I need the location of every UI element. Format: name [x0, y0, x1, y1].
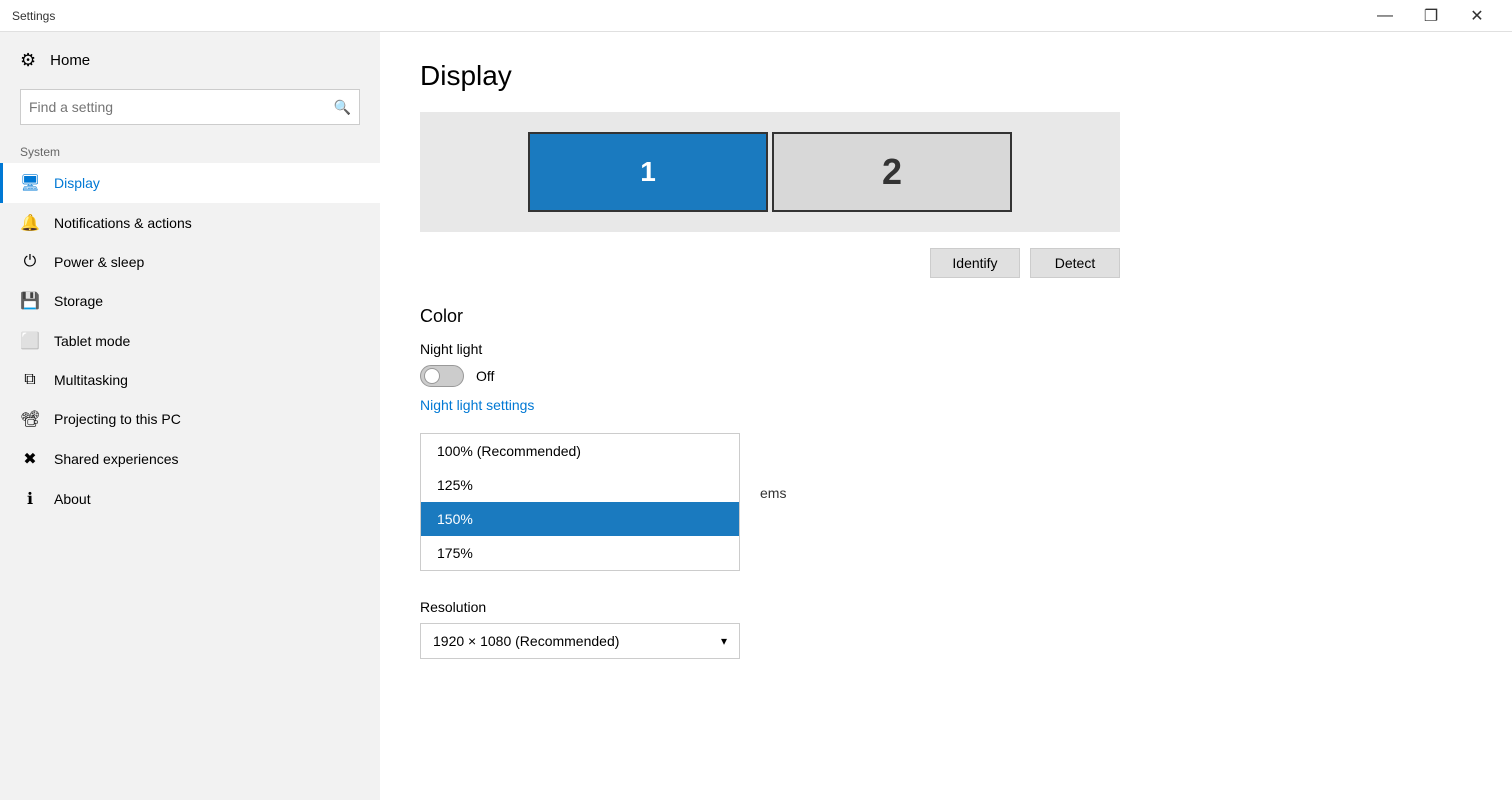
notifications-icon: 🔔: [20, 213, 40, 233]
shared-icon: ✖: [20, 449, 40, 469]
sidebar-item-label-multitasking: Multitasking: [54, 372, 128, 388]
scale-context: ems: [760, 485, 786, 501]
sidebar-items: 🖥 Display 🔔 Notifications & actions ⏻ Po…: [0, 163, 380, 519]
resolution-value: 1920 × 1080 (Recommended): [433, 633, 619, 649]
sidebar-item-label-tablet: Tablet mode: [54, 333, 130, 349]
search-box: 🔍: [20, 89, 360, 125]
sidebar-item-projecting[interactable]: 📽 Projecting to this PC: [0, 399, 380, 439]
app-title: Settings: [12, 9, 55, 23]
night-light-toggle-row: Off: [420, 365, 1472, 387]
home-icon: ⚙: [20, 50, 36, 71]
scale-option[interactable]: 175%: [421, 536, 739, 570]
sidebar-item-multitasking[interactable]: ⧉ Multitasking: [0, 361, 380, 399]
scale-option[interactable]: 125%: [421, 468, 739, 502]
search-icon: 🔍: [334, 99, 351, 116]
title-bar: Settings — ❐ ✕: [0, 0, 1512, 32]
projecting-icon: 📽: [20, 409, 40, 429]
content-area: Display 1 2 Identify Detect Color Night …: [380, 32, 1512, 800]
scale-option[interactable]: 150%: [421, 502, 739, 536]
monitor-1: 1: [528, 132, 768, 212]
scale-option[interactable]: 100% (Recommended): [421, 434, 739, 468]
sidebar: ⚙ Home 🔍 System 🖥 Display 🔔 Notification…: [0, 32, 380, 800]
chevron-down-icon: ▾: [721, 634, 727, 648]
monitor-2-label: 2: [882, 151, 902, 193]
tablet-icon: ⬜: [20, 331, 40, 351]
scale-dropdown-list: 100% (Recommended)125%150%175%: [420, 433, 740, 595]
search-input[interactable]: [29, 99, 334, 115]
display-preview: 1 2: [420, 112, 1120, 232]
storage-icon: 💾: [20, 291, 40, 311]
sidebar-item-power[interactable]: ⏻ Power & sleep: [0, 243, 380, 281]
sidebar-item-label-notifications: Notifications & actions: [54, 215, 192, 231]
page-title: Display: [420, 60, 1472, 92]
night-light-settings-link[interactable]: Night light settings: [420, 397, 534, 413]
monitor-2: 2: [772, 132, 1012, 212]
close-button[interactable]: ✕: [1454, 0, 1500, 32]
sidebar-item-tablet[interactable]: ⬜ Tablet mode: [0, 321, 380, 361]
detect-button[interactable]: Detect: [1030, 248, 1120, 278]
sidebar-item-shared[interactable]: ✖ Shared experiences: [0, 439, 380, 479]
toggle-knob: [424, 368, 440, 384]
dropdown-list: 100% (Recommended)125%150%175%: [420, 433, 740, 571]
sidebar-item-label-display: Display: [54, 175, 100, 191]
monitor-1-label: 1: [640, 156, 656, 188]
sidebar-item-label-projecting: Projecting to this PC: [54, 411, 181, 427]
identify-button[interactable]: Identify: [930, 248, 1020, 278]
sidebar-section-label: System: [0, 137, 380, 163]
display-buttons: Identify Detect: [420, 248, 1120, 278]
resolution-select[interactable]: 1920 × 1080 (Recommended) ▾: [420, 623, 740, 659]
power-icon: ⏻: [20, 253, 40, 271]
sidebar-item-display[interactable]: 🖥 Display: [0, 163, 380, 203]
sidebar-item-label-about: About: [54, 491, 91, 507]
sidebar-item-label-power: Power & sleep: [54, 254, 144, 270]
resolution-label: Resolution: [420, 599, 1472, 615]
sidebar-item-label-shared: Shared experiences: [54, 451, 179, 467]
window-controls: — ❐ ✕: [1362, 0, 1500, 32]
color-section-title: Color: [420, 306, 1472, 327]
sidebar-item-label-storage: Storage: [54, 293, 103, 309]
app-body: ⚙ Home 🔍 System 🖥 Display 🔔 Notification…: [0, 32, 1512, 800]
night-light-toggle[interactable]: [420, 365, 464, 387]
sidebar-item-notifications[interactable]: 🔔 Notifications & actions: [0, 203, 380, 243]
home-label: Home: [50, 52, 90, 69]
resolution-section: Resolution 1920 × 1080 (Recommended) ▾: [420, 599, 1472, 659]
minimize-button[interactable]: —: [1362, 0, 1408, 32]
sidebar-item-storage[interactable]: 💾 Storage: [0, 281, 380, 321]
night-light-label: Night light: [420, 341, 1472, 357]
night-light-state: Off: [476, 368, 494, 384]
restore-button[interactable]: ❐: [1408, 0, 1454, 32]
about-icon: ℹ: [20, 489, 40, 509]
display-icon: 🖥: [20, 173, 40, 193]
sidebar-item-about[interactable]: ℹ About: [0, 479, 380, 519]
multitasking-icon: ⧉: [20, 371, 40, 389]
sidebar-home[interactable]: ⚙ Home: [0, 40, 380, 81]
